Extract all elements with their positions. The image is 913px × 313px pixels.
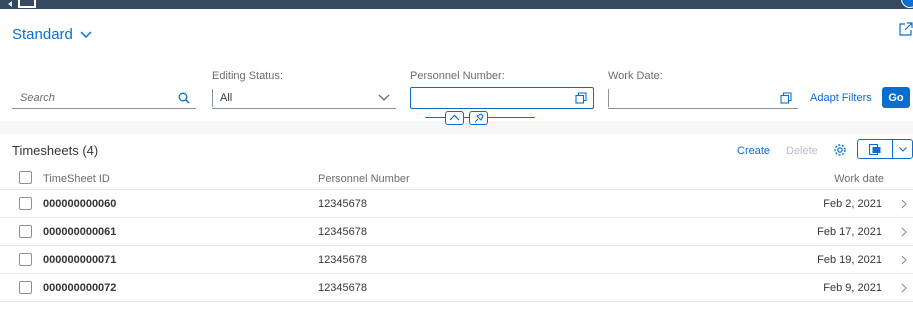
row-checkbox[interactable]: [19, 253, 32, 266]
delete-button[interactable]: Delete: [786, 145, 818, 157]
personnel-number: 12345678: [318, 254, 367, 266]
table-header: TimeSheet ID Personnel Number Work date: [0, 166, 913, 190]
search-placeholder: Search: [20, 91, 55, 104]
chevron-down-icon: [80, 30, 92, 38]
search-input[interactable]: Search: [12, 87, 196, 109]
value-help-icon[interactable]: [774, 88, 798, 108]
collapse-header-button[interactable]: [445, 111, 464, 125]
filter-bar: Standard Search Editing Status: All Pers…: [0, 9, 913, 121]
editing-status-select[interactable]: All: [212, 87, 396, 109]
timesheet-id: 000000000060: [43, 198, 117, 210]
variant-label: Standard: [12, 26, 73, 43]
chevron-right-icon[interactable]: [900, 227, 908, 237]
chevron-right-icon[interactable]: [900, 199, 908, 209]
home-logo-icon[interactable]: [18, 0, 36, 8]
work-date-field[interactable]: [608, 87, 798, 109]
shell-bar: [0, 0, 913, 9]
chevron-right-icon[interactable]: [900, 283, 908, 293]
export-menu-button[interactable]: [893, 140, 912, 158]
work-date: Feb 19, 2021: [817, 254, 882, 266]
column-header-timesheet-id: TimeSheet ID: [43, 173, 110, 185]
personnel-number: 12345678: [318, 226, 367, 238]
search-icon[interactable]: [172, 88, 196, 108]
timesheet-id: 000000000061: [43, 226, 117, 238]
chevron-down-icon: [898, 146, 907, 152]
personnel-number: 12345678: [318, 198, 367, 210]
create-button[interactable]: Create: [737, 145, 770, 157]
gear-icon[interactable]: [833, 143, 847, 157]
editing-status-label: Editing Status:: [212, 70, 283, 82]
table-row[interactable]: 000000000060 12345678 Feb 2, 2021: [0, 190, 913, 218]
editing-status-value: All: [220, 91, 233, 104]
work-date: Feb 2, 2021: [823, 198, 882, 210]
back-icon[interactable]: [8, 1, 12, 7]
timesheets-table: Timesheets (4) Create Delete TimeSheet I…: [0, 134, 913, 313]
adapt-filters-button[interactable]: Adapt Filters: [810, 92, 872, 104]
column-header-work-date: Work date: [834, 173, 884, 185]
export-button[interactable]: [858, 140, 893, 158]
table-row[interactable]: 000000000061 12345678 Feb 17, 2021: [0, 218, 913, 246]
variant-selector[interactable]: Standard: [12, 26, 93, 43]
personnel-number-label: Personnel Number:: [410, 70, 505, 82]
header-toggle: [425, 111, 535, 125]
share-icon[interactable]: [899, 22, 913, 36]
select-all-checkbox[interactable]: [19, 171, 32, 184]
work-date: Feb 9, 2021: [823, 282, 882, 294]
table-row[interactable]: 000000000071 12345678 Feb 19, 2021: [0, 246, 913, 274]
row-checkbox[interactable]: [19, 281, 32, 294]
chevron-down-icon[interactable]: [372, 88, 396, 108]
table-row[interactable]: 000000000072 12345678 Feb 9, 2021: [0, 274, 913, 302]
row-checkbox[interactable]: [19, 197, 32, 210]
export-icon: [868, 143, 881, 155]
go-button[interactable]: Go: [882, 87, 910, 108]
export-button-group: [857, 139, 913, 159]
table-title: Timesheets (4): [12, 143, 99, 158]
pin-header-button[interactable]: [469, 111, 488, 125]
personnel-number: 12345678: [318, 282, 367, 294]
personnel-number-field[interactable]: [410, 87, 594, 109]
work-date: Feb 17, 2021: [817, 226, 882, 238]
timesheet-id: 000000000071: [43, 254, 117, 266]
timesheet-id: 000000000072: [43, 282, 117, 294]
column-header-personnel-number: Personnel Number: [318, 173, 410, 185]
chevron-right-icon[interactable]: [900, 255, 908, 265]
work-date-label: Work Date:: [608, 70, 663, 82]
pin-icon: [474, 113, 484, 123]
value-help-icon[interactable]: [569, 88, 593, 108]
chevron-up-icon: [449, 114, 460, 121]
user-avatar[interactable]: [901, 0, 913, 8]
row-checkbox[interactable]: [19, 225, 32, 238]
